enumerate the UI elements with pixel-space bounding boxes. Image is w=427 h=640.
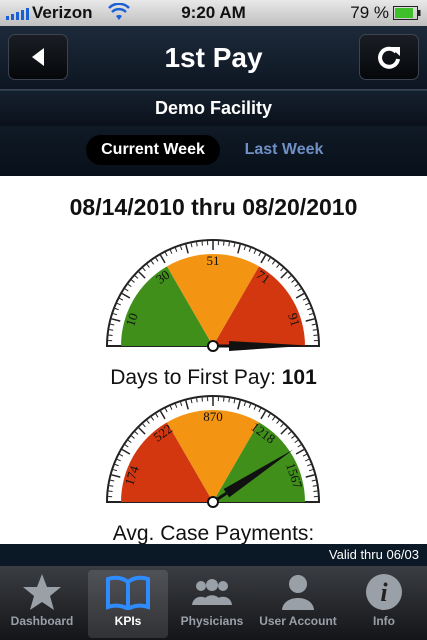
tab-info[interactable]: i Info (344, 570, 424, 638)
facility-name: Demo Facility (0, 90, 427, 126)
star-icon (23, 574, 61, 610)
battery-icon (393, 6, 421, 20)
metric-name: Days to First Pay: (110, 366, 282, 389)
last-week-tab[interactable]: Last Week (228, 135, 340, 165)
tab-user-account[interactable]: User Account (258, 570, 338, 638)
tab-physicians[interactable]: Physicians (172, 570, 252, 638)
tab-label: Info (373, 614, 395, 628)
avg-case-payments-label: Avg. Case Payments: (0, 522, 427, 544)
gauge-tick (196, 398, 198, 403)
gauge-tick (228, 242, 230, 247)
tab-bar: Dashboard KPIs Physicians User Account i… (0, 566, 427, 640)
week-selector: Current Week Last Week (0, 126, 427, 176)
book-icon (106, 575, 150, 610)
refresh-button[interactable] (359, 34, 419, 80)
gauge-tick (228, 398, 230, 403)
info-icon: i (366, 574, 402, 610)
days-to-first-pay-label: Days to First Pay: 101 (0, 366, 427, 390)
tab-label: KPIs (114, 614, 142, 628)
battery-percent: 79 % (350, 3, 389, 22)
refresh-icon (378, 46, 400, 69)
status-bar: Verizon 9:20 AM 79 % (0, 0, 427, 26)
gauge-tick (109, 485, 114, 487)
valid-thru-notice: Valid thru 06/03 (0, 544, 427, 566)
metric-value: 101 (281, 366, 317, 389)
gauge-tick (312, 485, 317, 487)
gauge-tick-label: 870 (203, 409, 223, 424)
gauge-hub (207, 496, 219, 508)
gauge-tick-label: 51 (207, 253, 220, 268)
gauge-hub (207, 340, 219, 352)
metric-name: Avg. Case Payments: (112, 522, 315, 544)
gauge-tick (109, 329, 114, 331)
gauge-tick (312, 329, 317, 331)
tab-label: Physicians (180, 614, 244, 628)
tab-label: Dashboard (10, 614, 74, 628)
tab-dashboard[interactable]: Dashboard (2, 570, 82, 638)
nav-bar: 1st Pay (0, 26, 427, 90)
tab-kpis[interactable]: KPIs (88, 570, 168, 638)
group-icon (192, 579, 232, 605)
avg-case-payments-gauge: 17452287012181567 (105, 395, 321, 508)
current-week-tab[interactable]: Current Week (86, 135, 220, 165)
date-range: 08/14/2010 thru 08/20/2010 (69, 194, 358, 220)
tab-label: User Account (259, 614, 337, 628)
kpi-content: 08/14/2010 thru 08/20/2010 10 30 51 71 91 Da… (0, 176, 427, 544)
days-to-first-pay-gauge: 1030517191 (105, 239, 321, 352)
svg-text:i: i (380, 578, 388, 607)
user-icon (282, 575, 314, 610)
gauge-tick (196, 242, 198, 247)
